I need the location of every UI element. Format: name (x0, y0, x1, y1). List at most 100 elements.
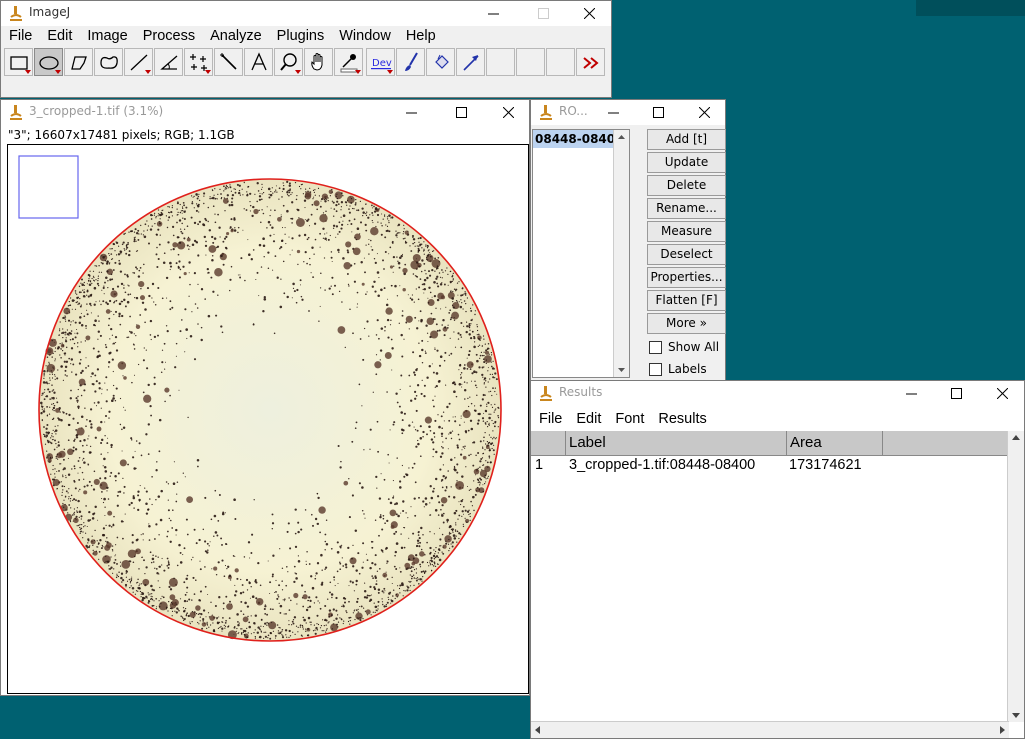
more-button[interactable]: More » (647, 313, 726, 334)
imagej-toolbar: Dev (4, 48, 606, 78)
deselect-button[interactable]: Deselect (647, 244, 726, 265)
line-tool-button[interactable] (124, 48, 153, 76)
rename-button[interactable]: Rename... (647, 198, 726, 219)
imagej-microscope-icon (10, 105, 22, 120)
results-horizontal-scrollbar[interactable] (531, 721, 1009, 738)
rectangle-tool-button[interactable] (4, 48, 33, 76)
scroll-up-icon[interactable] (1008, 431, 1024, 445)
dropdown-indicator-icon (55, 70, 61, 74)
roi-list-scrollbar[interactable] (613, 130, 629, 377)
column-header-area[interactable]: Area (787, 431, 883, 455)
properties-button[interactable]: Properties... (647, 267, 726, 288)
menu-window[interactable]: Window (331, 26, 398, 48)
wand-tool-icon (219, 53, 237, 70)
empty-tool-slot[interactable] (516, 48, 545, 76)
dropdown-indicator-icon (295, 70, 301, 74)
flatten-button[interactable]: Flatten [F] (647, 290, 726, 311)
more-tools-button[interactable] (576, 48, 605, 76)
menu-image[interactable]: Image (79, 26, 134, 48)
show-all-label: Show All (668, 340, 720, 354)
close-button[interactable] (488, 100, 528, 125)
update-button[interactable]: Update (647, 152, 726, 173)
minimize-button[interactable] (891, 381, 931, 406)
menu-help[interactable]: Help (398, 26, 443, 48)
menu-analyze[interactable]: Analyze (202, 26, 269, 48)
results-titlebar[interactable]: Results (531, 381, 1024, 406)
scroll-right-icon[interactable] (995, 722, 1009, 738)
close-button[interactable] (684, 100, 724, 125)
arrow-tool-button[interactable] (456, 48, 485, 76)
menu-file[interactable]: File (1, 26, 39, 48)
maximize-icon (652, 107, 664, 118)
measure-button[interactable]: Measure (647, 221, 726, 242)
hand-tool-button[interactable] (304, 48, 333, 76)
freehand-tool-button[interactable] (94, 48, 123, 76)
oval-tool-button[interactable] (34, 48, 63, 76)
flood-fill-tool-button[interactable] (426, 48, 455, 76)
show-all-checkbox[interactable]: Show All (647, 336, 726, 358)
menu-edit[interactable]: Edit (39, 26, 79, 48)
results-menu-file[interactable]: File (531, 407, 568, 431)
roi-manager-titlebar[interactable]: RO... (531, 100, 725, 125)
text-tool-icon (250, 52, 267, 71)
color-picker-tool-button[interactable] (334, 48, 363, 76)
roi-manager-title: RO... (559, 104, 588, 118)
menu-process[interactable]: Process (135, 26, 202, 48)
labels-checkbox[interactable]: Labels (647, 358, 726, 380)
scroll-down-icon[interactable] (1008, 708, 1024, 722)
delete-button[interactable]: Delete (647, 175, 726, 196)
checkbox-box[interactable] (649, 340, 662, 354)
polygon-tool-button[interactable] (64, 48, 93, 76)
row-index: 1 (535, 457, 544, 473)
multipoint-tool-button[interactable] (184, 48, 213, 76)
results-menu-edit[interactable]: Edit (568, 407, 607, 431)
minimize-button[interactable] (391, 100, 431, 125)
column-header-index[interactable] (531, 431, 566, 455)
maximize-button[interactable] (523, 1, 563, 26)
menu-plugins[interactable]: Plugins (269, 26, 332, 48)
maximize-button[interactable] (936, 381, 976, 406)
wand-tool-button[interactable] (214, 48, 243, 76)
scroll-down-icon[interactable] (614, 363, 629, 377)
maximize-icon (950, 388, 962, 399)
magnifier-tool-button[interactable] (274, 48, 303, 76)
roi-list[interactable]: 08448-08400 (532, 129, 630, 378)
scroll-up-icon[interactable] (614, 130, 629, 144)
results-title: Results (559, 385, 603, 399)
brush-tool-icon (404, 52, 418, 71)
imagej-titlebar[interactable]: ImageJ (1, 1, 611, 26)
roi-manager-window: RO... 08448-08400 Add [t] Update Delete … (530, 99, 726, 381)
add-button[interactable]: Add [t] (647, 129, 726, 150)
close-icon (996, 388, 1008, 399)
maximize-icon (537, 8, 549, 19)
imagej-main-window: ImageJ File Edit Image Process Analyze Plugin… (0, 0, 612, 98)
minimize-button[interactable] (593, 100, 633, 125)
maximize-button[interactable] (441, 100, 481, 125)
close-button[interactable] (569, 1, 609, 26)
checkbox-box[interactable] (649, 362, 662, 376)
minimize-button[interactable] (473, 1, 513, 26)
empty-tool-slot[interactable] (546, 48, 575, 76)
brush-tool-button[interactable] (396, 48, 425, 76)
close-icon (698, 107, 710, 118)
maximize-icon (455, 107, 467, 118)
close-button[interactable] (982, 381, 1022, 406)
dropdown-indicator-icon (205, 70, 211, 74)
text-tool-button[interactable] (244, 48, 273, 76)
angle-tool-button[interactable] (154, 48, 183, 76)
more-tools-icon (582, 57, 599, 69)
navigator-rectangle[interactable] (18, 155, 79, 219)
results-menu-font[interactable]: Font (607, 407, 650, 431)
results-menu-results[interactable]: Results (650, 407, 712, 431)
maximize-button[interactable] (638, 100, 678, 125)
scroll-left-icon[interactable] (531, 722, 545, 738)
results-vertical-scrollbar[interactable] (1007, 431, 1024, 722)
image-window-titlebar[interactable]: 3_cropped-1.tif (3.1%) (1, 100, 529, 125)
column-header-label[interactable]: Label (566, 431, 787, 455)
polygon-tool-icon (70, 56, 87, 70)
empty-tool-slot[interactable] (486, 48, 515, 76)
dropdown-indicator-icon (25, 70, 31, 74)
image-canvas[interactable] (7, 144, 529, 694)
developer-menu-button[interactable]: Dev (366, 48, 395, 76)
specimen-dish (39, 179, 501, 641)
